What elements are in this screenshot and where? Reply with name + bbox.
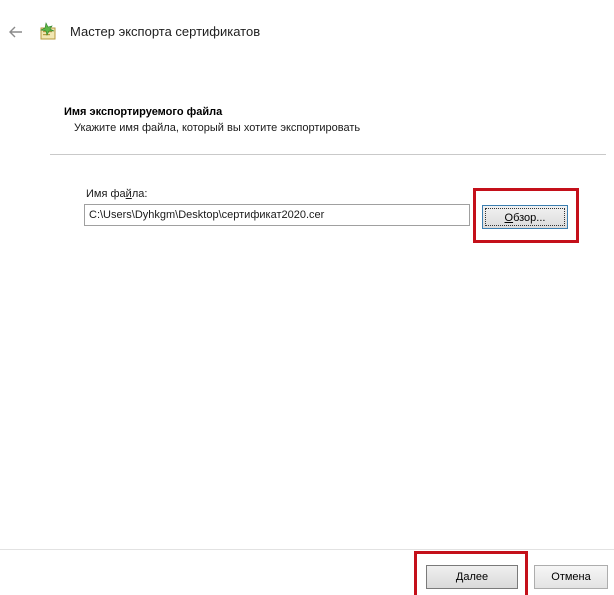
browse-button[interactable]: Обзор... xyxy=(482,205,568,229)
section-header: Имя экспортируемого файла Укажите имя фа… xyxy=(64,104,360,136)
header-divider xyxy=(50,154,606,155)
certificate-export-wizard-window: Мастер экспорта сертификатов Имя экспорт… xyxy=(0,0,614,595)
file-name-label: Имя файла: xyxy=(86,188,148,200)
title-bar: Мастер экспорта сертификатов xyxy=(0,0,614,60)
next-button[interactable]: Далее xyxy=(426,565,518,589)
cancel-button[interactable]: Отмена xyxy=(534,565,608,589)
certificate-wizard-icon xyxy=(40,22,56,40)
arrow-left-icon xyxy=(9,26,22,38)
file-name-input[interactable] xyxy=(84,204,470,226)
back-button[interactable] xyxy=(6,22,26,42)
section-subtitle: Укажите имя файла, который вы хотите экс… xyxy=(74,122,361,134)
section-title: Имя экспортируемого файла xyxy=(64,106,223,118)
footer-divider xyxy=(0,549,614,550)
wizard-title: Мастер экспорта сертификатов xyxy=(70,24,261,39)
